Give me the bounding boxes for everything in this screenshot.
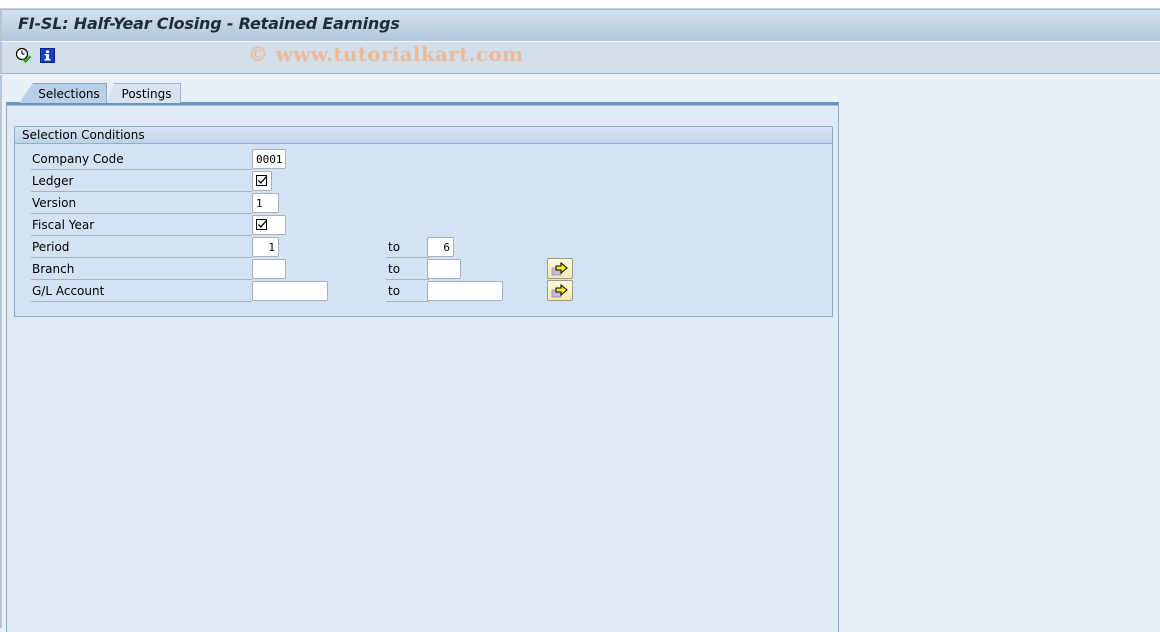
tab-selections[interactable]: Selections bbox=[19, 83, 107, 103]
tab-label: Selections bbox=[38, 87, 100, 101]
ledger-label: Ledger bbox=[31, 170, 252, 192]
multiple-selection-arrow-icon bbox=[551, 283, 568, 297]
work-area: Selections Postings Selection Conditions… bbox=[0, 75, 1160, 632]
watermark: © www.tutorialkart.com bbox=[248, 42, 524, 66]
application-toolbar: © www.tutorialkart.com bbox=[0, 41, 1160, 74]
gl-account-multiple-selection-button[interactable] bbox=[547, 280, 573, 301]
tab-panel-selections: Selection Conditions Company Code 0001 L… bbox=[6, 102, 839, 632]
branch-from-input[interactable] bbox=[252, 259, 286, 279]
group-title: Selection Conditions bbox=[15, 127, 832, 144]
fiscal-year-label: Fiscal Year bbox=[31, 214, 252, 236]
execute-clock-icon bbox=[15, 47, 32, 67]
tab-label: Postings bbox=[121, 87, 172, 101]
info-icon bbox=[39, 48, 55, 66]
selection-conditions-group: Selection Conditions Company Code 0001 L… bbox=[14, 126, 833, 317]
checkmark-icon bbox=[256, 175, 267, 186]
period-to-input[interactable]: 6 bbox=[427, 237, 454, 257]
page-title: FI-SL: Half-Year Closing - Retained Earn… bbox=[18, 14, 400, 33]
period-from-input[interactable]: 1 bbox=[252, 237, 279, 257]
gl-account-to-label: to bbox=[386, 280, 429, 302]
execute-button[interactable] bbox=[14, 47, 32, 67]
gl-account-label: G/L Account bbox=[31, 280, 252, 302]
version-label: Version bbox=[31, 192, 252, 214]
multiple-selection-arrow-icon bbox=[551, 261, 568, 275]
version-input[interactable]: 1 bbox=[252, 193, 279, 213]
branch-multiple-selection-button[interactable] bbox=[547, 258, 573, 279]
company-code-label: Company Code bbox=[31, 148, 252, 170]
branch-to-input[interactable] bbox=[427, 259, 461, 279]
company-code-input[interactable]: 0001 bbox=[252, 149, 286, 169]
tab-postings[interactable]: Postings bbox=[106, 83, 181, 103]
ledger-checkbox[interactable] bbox=[252, 171, 272, 191]
branch-to-label: to bbox=[386, 258, 429, 280]
branch-label: Branch bbox=[31, 258, 252, 280]
gl-account-from-input[interactable] bbox=[252, 281, 328, 301]
fiscal-year-checkbox[interactable] bbox=[252, 215, 286, 235]
info-button[interactable] bbox=[38, 48, 56, 66]
period-to-label: to bbox=[386, 236, 429, 258]
gl-account-to-input[interactable] bbox=[427, 281, 503, 301]
window-top-strip bbox=[0, 0, 1160, 9]
period-label: Period bbox=[31, 236, 252, 258]
title-bar: FI-SL: Half-Year Closing - Retained Earn… bbox=[0, 9, 1160, 41]
checkmark-icon bbox=[256, 219, 267, 230]
